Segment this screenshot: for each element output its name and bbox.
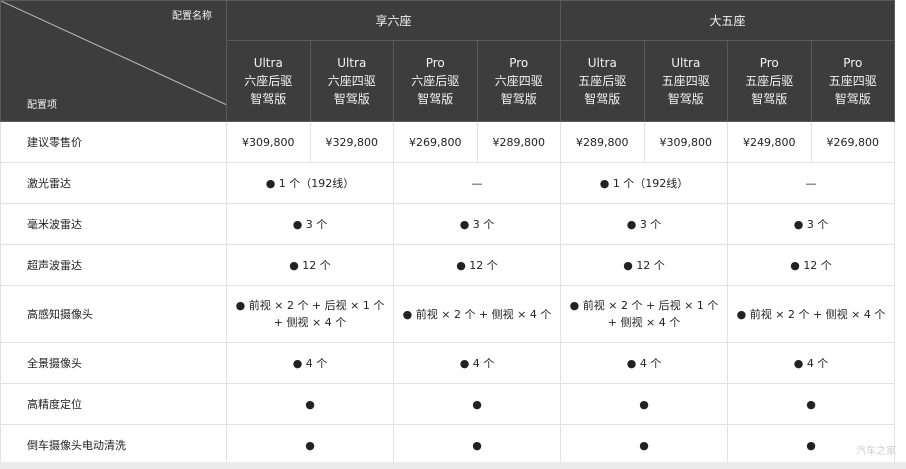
variant-header: Ultra 五座后驱 智驾版 (560, 40, 645, 122)
spec-cell: ● (727, 383, 896, 425)
spec-cell: — (727, 162, 896, 204)
variant-header: Pro 五座后驱 智驾版 (727, 40, 812, 122)
spec-cell: ● 4 个 (560, 342, 729, 384)
price-cell: ¥309,800 (226, 121, 311, 163)
price-cell: ¥249,800 (727, 121, 812, 163)
spec-cell: ● 1 个（192线） (560, 162, 729, 204)
spec-cell: ● 12 个 (560, 244, 729, 286)
table-row: 毫米波雷达 ● 3 个 ● 3 个 ● 3 个 ● 3 个 (0, 203, 896, 245)
spec-table: 配置名称 配置项 享六座 大五座 Ultra 六座后驱 智驾版 Ultra 六座四驱智… (0, 0, 896, 466)
spec-cell: ● 4 个 (226, 342, 394, 384)
config-name-label: 配置名称 (172, 11, 212, 22)
bottom-scroll-strip (0, 462, 906, 469)
spec-cell: ● 4 个 (392, 342, 562, 384)
price-cell: ¥269,800 (393, 121, 478, 163)
variant-header: Ultra 六座后驱 智驾版 (226, 40, 311, 122)
row-label: 毫米波雷达 (0, 203, 227, 245)
spec-cell: ● 3 个 (560, 203, 729, 245)
spec-cell: ● (560, 383, 729, 425)
row-label: 高感知摄像头 (0, 285, 227, 343)
spec-cell: ● (392, 383, 562, 425)
row-label: 建议零售价 (0, 121, 227, 163)
spec-cell: ● (560, 424, 729, 466)
row-label: 全景摄像头 (0, 342, 227, 384)
table-row: 倒车摄像头电动清洗 ● ● ● ● (0, 424, 896, 466)
row-label: 高精度定位 (0, 383, 227, 425)
spec-cell: ● 前视 × 2 个 + 后视 × 1 个 + 侧视 × 4 个 (560, 285, 729, 343)
spec-cell: ● 3 个 (226, 203, 394, 245)
row-label: 超声波雷达 (0, 244, 227, 286)
price-cell: ¥329,800 (309, 121, 394, 163)
spec-cell: ● (226, 424, 394, 466)
config-item-label: 配置项 (27, 100, 57, 111)
spec-cell: ● 前视 × 2 个 + 后视 × 1 个 + 侧视 × 4 个 (226, 285, 394, 343)
spec-cell: ● 前视 × 2 个 + 侧视 × 4 个 (392, 285, 562, 343)
row-label: 激光雷达 (0, 162, 227, 204)
spec-cell: ● (226, 383, 394, 425)
table-row: 全景摄像头 ● 4 个 ● 4 个 ● 4 个 ● 4 个 (0, 342, 896, 384)
spec-cell: ● (392, 424, 562, 466)
header-corner: 配置名称 配置项 (0, 0, 227, 122)
watermark: 汽车之家 (856, 446, 896, 457)
spec-cell: ● 前视 × 2 个 + 侧视 × 4 个 (727, 285, 896, 343)
table-row: 超声波雷达 ● 12 个 ● 12 个 ● 12 个 ● 12 个 (0, 244, 896, 286)
price-cell: ¥309,800 (643, 121, 729, 163)
variant-header: Pro 五座四驱 智驾版 (810, 40, 896, 122)
variant-header: Pro 六座后驱 智驾版 (393, 40, 478, 122)
table-row: 高精度定位 ● ● ● ● (0, 383, 896, 425)
group-header-five-seat: 大五座 (560, 0, 896, 41)
group-header-six-seat: 享六座 (225, 0, 562, 41)
spec-cell: ● 3 个 (392, 203, 562, 245)
variant-header: Pro 六座四驱 智驾版 (476, 40, 562, 122)
price-cell: ¥289,800 (476, 121, 562, 163)
spec-cell: ● 12 个 (392, 244, 562, 286)
row-label: 倒车摄像头电动清洗 (0, 424, 227, 466)
spec-cell: ● 3 个 (727, 203, 896, 245)
variant-header: Ultra 五座四驱 智驾版 (643, 40, 729, 122)
price-cell: ¥269,800 (810, 121, 896, 163)
spec-cell: ● 12 个 (727, 244, 896, 286)
spec-cell: — (392, 162, 562, 204)
table-row: 激光雷达 ● 1 个（192线） — ● 1 个（192线） — (0, 162, 896, 204)
spec-cell: ● 4 个 (727, 342, 896, 384)
spec-cell: ● 1 个（192线） (226, 162, 394, 204)
spec-cell: ● 12 个 (226, 244, 394, 286)
price-cell: ¥289,800 (560, 121, 645, 163)
table-row: 建议零售价 ¥309,800 ¥329,800 ¥269,800 ¥289,80… (0, 121, 896, 163)
table-row: 高感知摄像头 ● 前视 × 2 个 + 后视 × 1 个 + 侧视 × 4 个 … (0, 285, 896, 343)
variant-header: Ultra 六座四驱 智驾版 (309, 40, 394, 122)
